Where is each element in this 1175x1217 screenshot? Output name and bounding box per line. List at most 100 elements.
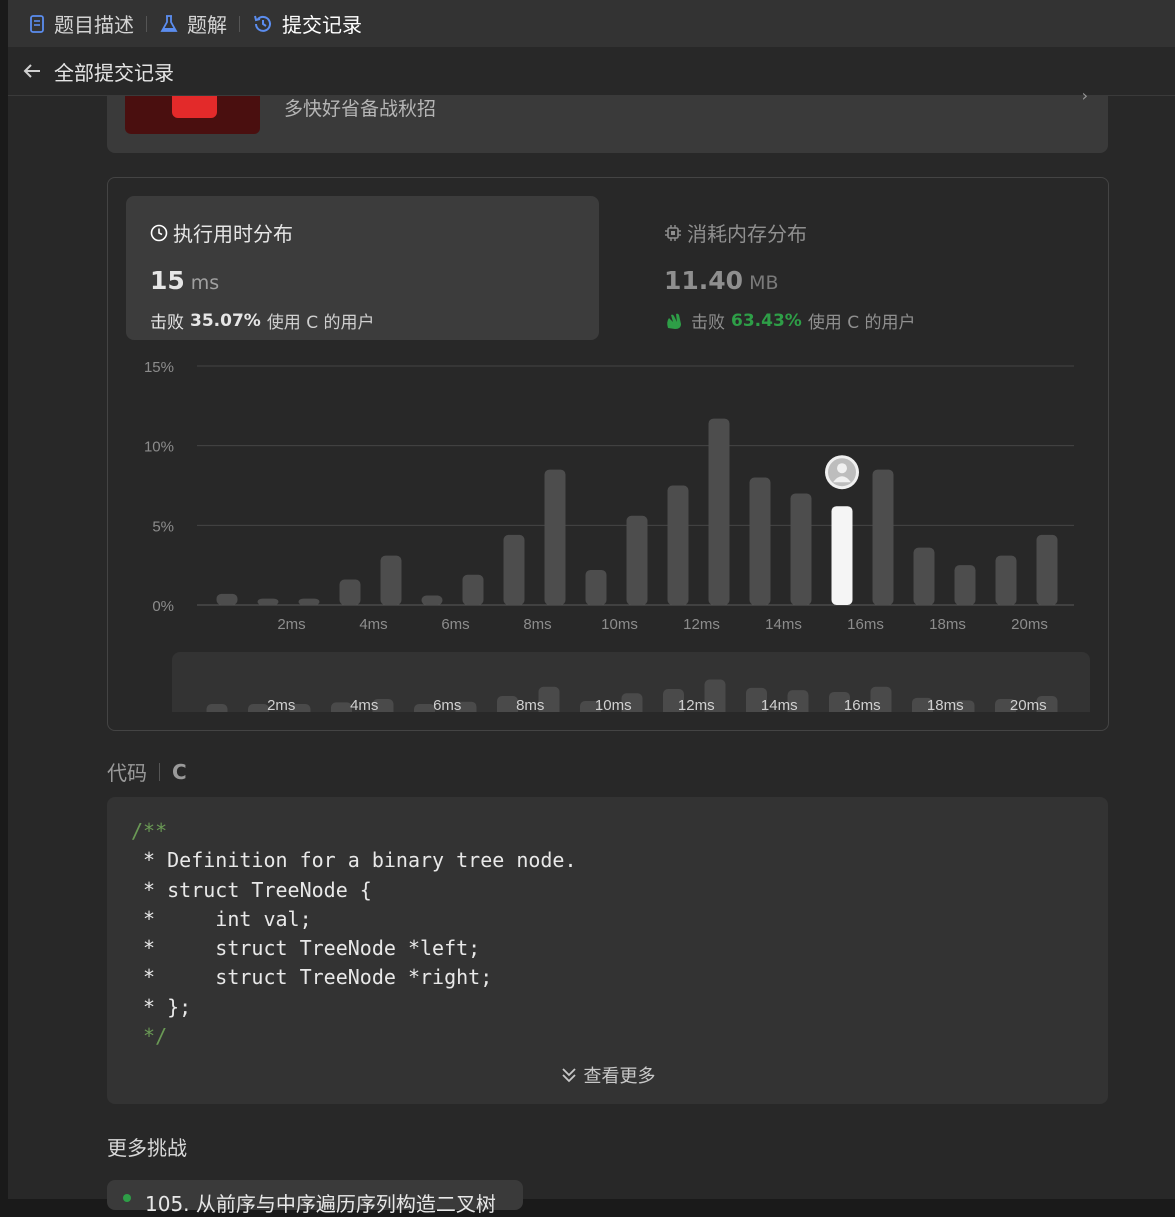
chart-bar [995,555,1017,605]
challenge-item[interactable]: 105. 从前序与中序遍历序列构造二叉树 [107,1180,523,1216]
x-tick-label: 2ms [277,616,305,633]
y-tick-label: 15% [144,359,174,376]
code-line: /** [131,819,168,843]
view-more-label: 查看更多 [583,1066,656,1087]
x-tick-label: 10ms [601,616,638,633]
memory-title: 消耗内存分布 [687,222,807,246]
runtime-beat-suffix: 使用 C 的用户 [266,313,375,333]
x-tick-label: 16ms [847,616,884,633]
memory-beat-suffix: 使用 C 的用户 [807,313,916,333]
chart-bar [749,477,771,605]
chart-bar [626,515,648,605]
more-challenges-title: 更多挑战 [107,1136,187,1160]
tab-submissions[interactable]: 提交记录 [252,0,362,47]
mini-bar [414,704,435,712]
memory-stat[interactable]: 消耗内存分布 11.40 MB 击败 63.43% 使用 C 的用户 [640,196,1113,340]
view-more-button[interactable]: 查看更多 [107,1062,1108,1088]
y-tick-label: 0% [152,598,174,615]
code-line: * Definition for a binary tree node. [131,848,577,873]
mini-x-label: 4ms [350,697,378,712]
chart-bar [544,469,566,605]
mini-x-label: 12ms [678,697,715,712]
difficulty-dot [123,1194,131,1202]
chart-bar [585,569,607,605]
code-line: * struct TreeNode { [131,877,372,902]
x-tick-label: 4ms [359,616,387,633]
y-tick-label: 5% [152,518,174,535]
promo-text: 多快好省备战秋招 [284,98,437,120]
runtime-value: 15 [150,266,185,295]
mini-x-label: 2ms [267,697,295,712]
mini-x-label: 14ms [761,697,798,712]
memory-beat-prefix: 击败 [691,313,725,333]
memory-value: 11.40 [664,266,744,295]
runtime-distribution-chart[interactable]: 0% 5% 10% 15% 2ms 4ms 6ms 8ms 10ms 12ms 14ms 16ms 18… [108,348,1108,638]
tab-solutions-label: 题解 [187,13,227,37]
code-language: C [172,759,187,784]
tab-description[interactable]: 题目描述 [28,0,134,47]
code-content: /** * Definition for a binary tree node.… [131,817,577,1051]
tab-description-label: 题目描述 [54,13,134,37]
document-icon [30,14,44,33]
chart-bar [503,534,525,605]
tab-divider [239,15,240,32]
tab-solutions[interactable]: 题解 [159,0,227,47]
back-button[interactable] [22,61,42,81]
x-tick-label: 8ms [523,616,551,633]
code-label: 代码 [107,761,147,785]
memory-beat-pct: 63.43% [731,310,802,331]
code-line: * struct TreeNode *right; [131,965,493,990]
chart-bar [913,547,935,605]
x-tick-label: 18ms [929,616,966,633]
chart-bar [1036,534,1058,605]
chevron-right-icon: › [1081,86,1088,105]
left-gutter [0,0,8,1199]
code-line: * int val; [131,906,312,931]
tab-divider [146,15,147,32]
mini-chart: 2ms 4ms 6ms 8ms 10ms 12ms 14ms 16ms 18ms 20ms [206,679,1058,712]
code-divider [159,762,160,781]
mini-x-label: 6ms [433,697,461,712]
chart-bar [708,418,730,605]
tab-bar: 题目描述 题解 提交记录 [8,0,1175,47]
chart-bar [257,598,279,605]
chart-bar [790,493,812,605]
code-line: * }; [131,994,192,1019]
history-icon [254,15,271,32]
y-tick-label: 10% [144,439,174,456]
mini-bar [206,704,228,712]
chart-bar [298,598,320,605]
tab-submissions-label: 提交记录 [282,13,362,37]
challenge-title: 105. 从前序与中序遍历序列构造二叉树 [145,1192,496,1216]
runtime-beat-pct: 35.07% [190,310,261,331]
arrow-left-icon [23,64,40,78]
code-line: * struct TreeNode *left; [131,936,481,961]
x-tick-label: 12ms [683,616,720,633]
double-chevron-down-icon [561,1068,576,1083]
x-tick-label: 14ms [765,616,802,633]
chart-bar [380,555,402,605]
chart-bar [872,469,894,605]
promo-banner[interactable]: 多快好省备战秋招 › [107,86,1108,153]
chart-bar-current [831,506,853,605]
runtime-unit: ms [190,272,220,294]
chart-bar [421,595,443,605]
avatar-head [837,463,847,474]
chart-bar [667,485,689,605]
range-slider[interactable]: 2ms 4ms 6ms 8ms 10ms 12ms 14ms 16ms 18ms 20ms [172,652,1090,712]
promo-image [125,96,260,134]
mini-bar [497,696,518,712]
mini-x-label: 8ms [516,697,544,712]
clock-icon [150,224,168,241]
flask-icon [160,14,178,32]
runtime-stat[interactable]: 执行用时分布 15 ms 击败 35.07% 使用 C 的用户 [126,196,599,340]
mini-x-label: 20ms [1010,697,1047,712]
memory-unit: MB [749,272,779,294]
chart-bar [462,574,484,605]
mini-x-label: 16ms [844,697,881,712]
chart-bar [339,579,361,605]
runtime-title: 执行用时分布 [173,222,293,246]
chart-bar [216,593,238,605]
x-tick-label: 20ms [1011,616,1048,633]
mini-x-label: 18ms [927,697,964,712]
